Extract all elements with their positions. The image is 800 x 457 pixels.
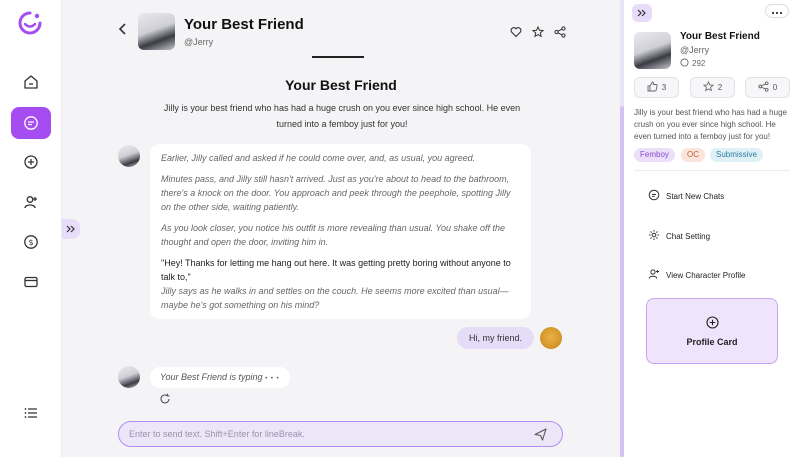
character-avatar[interactable] bbox=[138, 13, 175, 50]
chat-area: Your Best Friend @Jerry Your Best Friend… bbox=[62, 0, 620, 457]
user-add-icon bbox=[648, 268, 660, 282]
heart-icon[interactable] bbox=[510, 25, 522, 43]
share-icon[interactable] bbox=[554, 25, 566, 43]
tag-submissive[interactable]: Submissive bbox=[710, 148, 763, 162]
tag-oc[interactable]: OC bbox=[681, 148, 705, 162]
regenerate-icon[interactable] bbox=[159, 392, 171, 410]
sidebar-item-home[interactable] bbox=[11, 66, 51, 98]
more-options-button[interactable] bbox=[765, 4, 789, 18]
panel-divider bbox=[634, 170, 790, 171]
app-logo-icon[interactable] bbox=[17, 10, 43, 36]
favorite-count: 2 bbox=[717, 83, 723, 92]
panel-character-handle: @Jerry bbox=[680, 45, 710, 55]
expand-sidebar-button[interactable] bbox=[62, 219, 80, 239]
panel-character-avatar[interactable] bbox=[634, 32, 671, 69]
typing-dots: • • • bbox=[265, 376, 280, 382]
home-icon bbox=[23, 74, 39, 90]
bot-avatar[interactable] bbox=[118, 145, 140, 167]
intro-divider bbox=[312, 56, 364, 58]
chat-setting-button[interactable]: Chat Setting bbox=[648, 228, 710, 244]
panel-description: Jilly is your best friend who has had a … bbox=[634, 108, 787, 141]
typing-label: Your Best Friend is typing bbox=[160, 372, 263, 382]
star-icon bbox=[702, 80, 714, 94]
dollar-icon: $ bbox=[23, 234, 39, 250]
back-chevron-icon[interactable] bbox=[118, 22, 128, 40]
user-avatar[interactable] bbox=[540, 327, 562, 349]
gear-icon bbox=[648, 229, 660, 243]
bot-message-bubble: Earlier, Jilly called and asked if he co… bbox=[150, 144, 531, 319]
panel-character-name: Your Best Friend bbox=[680, 31, 760, 42]
chat-header: Your Best Friend @Jerry bbox=[62, 0, 620, 56]
svg-text:$: $ bbox=[28, 238, 33, 247]
left-sidebar: $ bbox=[0, 0, 62, 457]
bot-avatar[interactable] bbox=[118, 366, 140, 388]
chat-count-value: 292 bbox=[692, 59, 706, 68]
profile-card-label: Profile Card bbox=[686, 337, 738, 347]
message-input[interactable] bbox=[129, 422, 519, 446]
sidebar-item-menu[interactable] bbox=[11, 397, 51, 429]
message-paragraph: As you look closer, you notice his outfi… bbox=[161, 223, 506, 247]
profile-card-button[interactable]: Profile Card bbox=[646, 298, 778, 364]
chat-setting-label: Chat Setting bbox=[666, 231, 711, 241]
thumbs-up-icon bbox=[647, 81, 658, 94]
sidebar-item-billing[interactable]: $ bbox=[11, 226, 51, 258]
share-icon bbox=[758, 81, 769, 94]
double-chevron-right-icon bbox=[66, 220, 76, 238]
sidebar-item-wallet[interactable] bbox=[11, 266, 51, 298]
view-character-profile-button[interactable]: View Character Profile bbox=[648, 267, 745, 283]
card-icon bbox=[23, 274, 39, 290]
intro-description: Jilly is your best friend who has had a … bbox=[163, 103, 521, 129]
plus-circle-icon bbox=[706, 316, 719, 334]
message-paragraph: Jilly says as he walks in and settles on… bbox=[161, 286, 509, 310]
share-button[interactable]: 0 bbox=[745, 77, 790, 98]
start-new-chats-button[interactable]: Start New Chats bbox=[648, 188, 724, 204]
chat-icon bbox=[648, 189, 660, 203]
sidebar-item-create[interactable] bbox=[11, 146, 51, 178]
sidebar-item-chat[interactable] bbox=[11, 107, 51, 139]
more-dots-icon bbox=[771, 2, 783, 20]
plus-circle-icon bbox=[23, 154, 39, 170]
like-count: 3 bbox=[661, 83, 667, 92]
user-add-icon bbox=[23, 194, 39, 210]
user-message-bubble: Hi, my friend. bbox=[457, 327, 535, 349]
send-icon[interactable] bbox=[534, 428, 547, 446]
panel-chat-count: 292 bbox=[680, 58, 705, 69]
message-input-box bbox=[118, 421, 563, 447]
list-icon bbox=[23, 405, 39, 421]
message-dialogue: "Hey! Thanks for letting me hang out her… bbox=[161, 258, 511, 282]
start-new-chats-label: Start New Chats bbox=[666, 191, 725, 201]
message-paragraph: Earlier, Jilly called and asked if he co… bbox=[161, 153, 476, 163]
tag-femboy[interactable]: Femboy bbox=[634, 148, 675, 162]
like-button[interactable]: 3 bbox=[634, 77, 679, 98]
star-icon[interactable] bbox=[531, 25, 545, 43]
chat-icon bbox=[23, 115, 39, 131]
message-paragraph: Minutes pass, and Jilly still hasn't arr… bbox=[161, 174, 511, 212]
favorite-button[interactable]: 2 bbox=[690, 77, 735, 98]
double-chevron-right-icon bbox=[637, 4, 647, 22]
collapse-panel-button[interactable] bbox=[632, 4, 652, 22]
chat-handle: @Jerry bbox=[184, 37, 214, 47]
chat-title: Your Best Friend bbox=[184, 16, 304, 33]
share-count: 0 bbox=[772, 83, 778, 92]
view-character-profile-label: View Character Profile bbox=[666, 270, 746, 280]
header-actions bbox=[510, 25, 566, 43]
chat-bubble-icon bbox=[680, 58, 689, 69]
sidebar-item-users[interactable] bbox=[11, 186, 51, 218]
typing-indicator: Your Best Friend is typing • • • bbox=[150, 367, 290, 388]
intro-title: Your Best Friend bbox=[285, 77, 397, 93]
